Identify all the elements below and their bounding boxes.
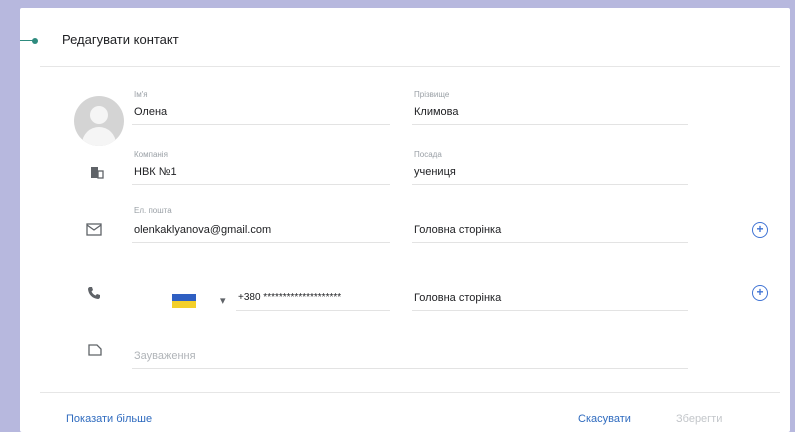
- phone-icon: [87, 286, 105, 302]
- first-name-value: Олена: [134, 106, 168, 118]
- email-type-value: Головна сторінка: [414, 224, 502, 236]
- email-value: olenkaklyanova@gmail.com: [134, 224, 272, 236]
- note-icon: [88, 343, 106, 359]
- company-value: НВК №1: [134, 166, 177, 178]
- title-marker-dot: [32, 38, 38, 44]
- avatar-icon[interactable]: [74, 96, 124, 146]
- phone-value: +380 ********************: [238, 292, 342, 303]
- first-name-label: Ім'я: [134, 90, 148, 99]
- email-icon: [86, 223, 104, 239]
- dialog-title: Редагувати контакт: [62, 32, 179, 47]
- footer-divider: [40, 392, 780, 393]
- phone-type-select[interactable]: Головна сторінка: [412, 276, 688, 311]
- email-field[interactable]: Ел. пошта olenkaklyanova@gmail.com: [132, 206, 390, 243]
- company-field[interactable]: Компанія НВК №1: [132, 150, 390, 185]
- phone-field[interactable]: +380 ********************: [236, 276, 390, 311]
- edit-contact-dialog: Редагувати контакт Ім'я Олена Прізвище К…: [20, 8, 790, 432]
- position-value: учениця: [414, 166, 456, 178]
- company-label: Компанія: [134, 150, 168, 159]
- last-name-label: Прізвище: [414, 90, 450, 99]
- save-button[interactable]: Зберегти: [676, 413, 722, 425]
- cancel-button[interactable]: Скасувати: [578, 413, 631, 425]
- position-field[interactable]: Посада учениця: [412, 150, 688, 185]
- dropdown-icon[interactable]: ▾: [220, 294, 226, 307]
- email-label: Ел. пошта: [134, 206, 172, 215]
- notes-field[interactable]: Зауваження: [132, 334, 688, 369]
- last-name-value: Климова: [414, 106, 459, 118]
- notes-placeholder: Зауваження: [134, 350, 196, 362]
- show-more-link[interactable]: Показати більше: [66, 413, 152, 425]
- add-email-plus-icon[interactable]: +: [752, 222, 768, 238]
- first-name-field[interactable]: Ім'я Олена: [132, 90, 390, 125]
- header-divider: [40, 66, 780, 67]
- position-label: Посада: [414, 150, 442, 159]
- last-name-field[interactable]: Прізвище Климова: [412, 90, 688, 125]
- add-phone-plus-icon[interactable]: +: [752, 285, 768, 301]
- building-icon: [90, 165, 108, 181]
- phone-type-value: Головна сторінка: [414, 292, 502, 304]
- ua-flag-icon[interactable]: [172, 294, 196, 308]
- email-type-select[interactable]: Головна сторінка: [412, 206, 688, 243]
